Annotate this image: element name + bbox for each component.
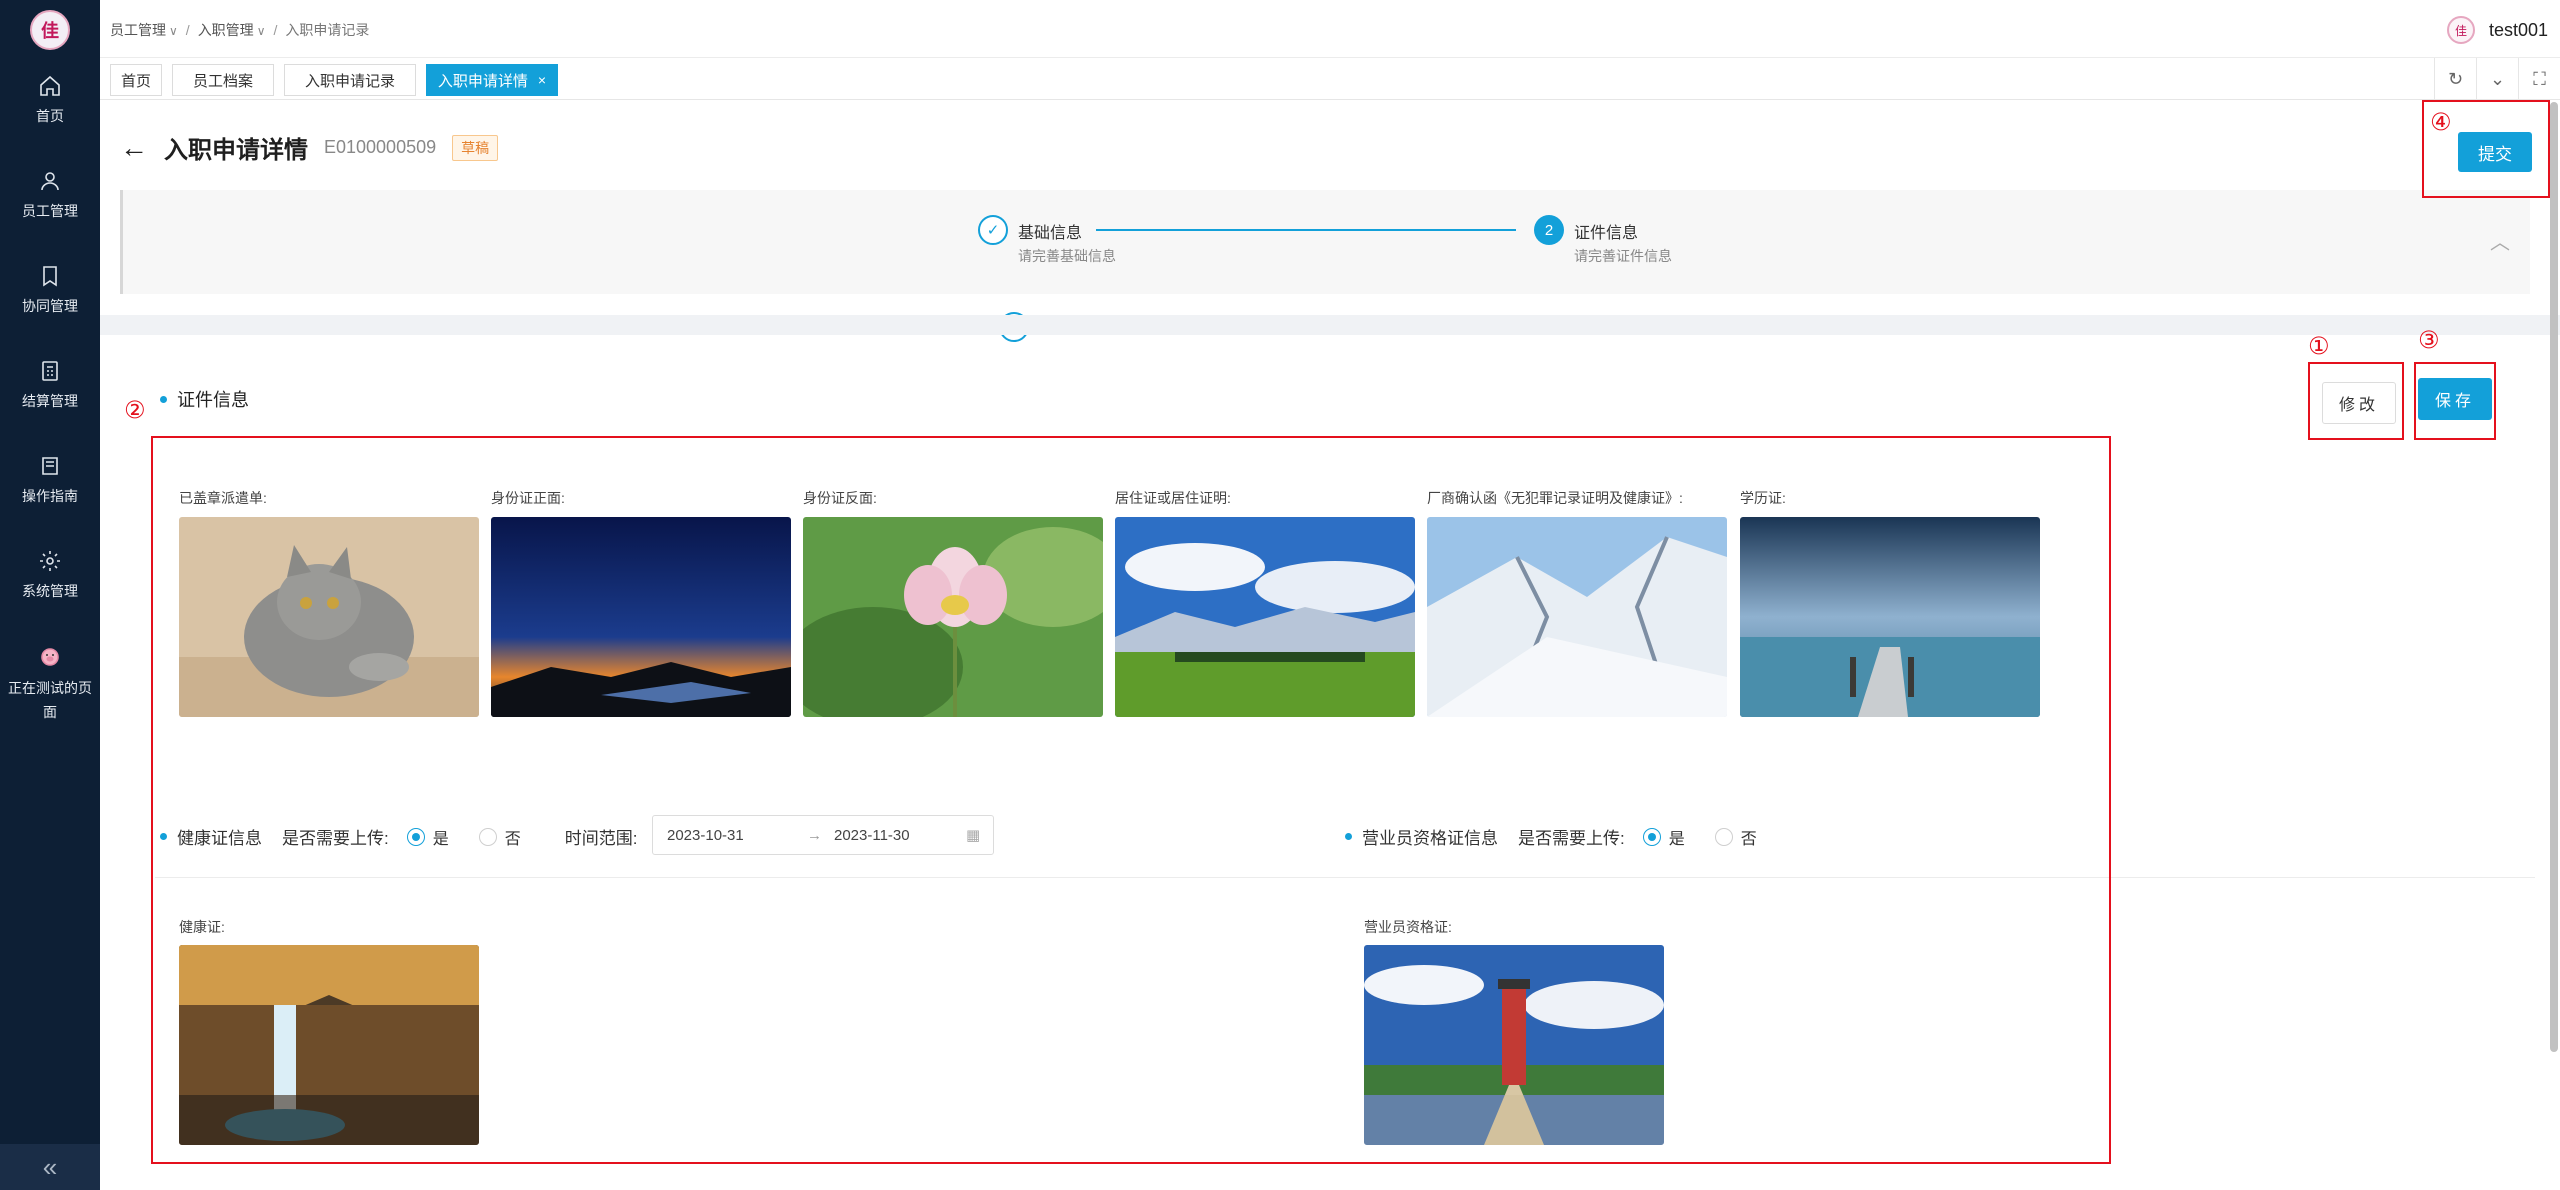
user-menu[interactable]: 佳 test001: [2446, 16, 2548, 44]
annotation-box-1: [2308, 362, 2404, 440]
annotation-marker-4: ④: [2430, 109, 2452, 136]
application-code: E0100000509: [324, 137, 437, 157]
breadcrumb: 员工管理 ∨ / 入职管理 ∨ / 入职申请记录: [110, 20, 369, 40]
annotation-marker-1: ①: [2308, 333, 2330, 360]
breadcrumb-item[interactable]: 入职管理 ∨: [198, 20, 266, 40]
step-2-number: 2: [1534, 215, 1564, 245]
sidebar-item-label: 首页: [36, 108, 64, 124]
annotation-box-2: [151, 436, 2111, 1164]
sidebar: 佳 首页 员工管理 协同管理 结算管理 操作指南 系统管理 正在测试的页面 «: [0, 0, 100, 1190]
bullet-dot: [160, 395, 167, 403]
step-1-desc: 请完善基础信息: [1018, 248, 1116, 264]
page-header: ← 入职申请详情 E0100000509 草稿: [120, 130, 499, 165]
step-connector: [1096, 229, 1516, 231]
breadcrumb-item[interactable]: 入职申请记录: [285, 20, 369, 40]
tab-onboarding-records[interactable]: 入职申请记录: [284, 64, 416, 96]
username: test001: [2488, 19, 2548, 40]
status-badge: 草稿: [452, 134, 499, 161]
sidebar-item-label: 操作指南: [22, 488, 78, 504]
sidebar-item-label: 正在测试的页面: [8, 680, 92, 720]
sidebar-item-testing[interactable]: 正在测试的页面: [0, 644, 100, 724]
refresh-icon[interactable]: ↻: [2434, 58, 2476, 100]
collapse-sidebar-button[interactable]: «: [0, 1144, 100, 1190]
section-title: 证件信息: [160, 386, 249, 412]
home-icon: [38, 74, 62, 98]
sidebar-item-label: 系统管理: [22, 583, 78, 599]
user-icon: [38, 169, 62, 193]
top-header: 员工管理 ∨ / 入职管理 ∨ / 入职申请记录 佳 test001: [100, 0, 2560, 58]
app-logo: 佳: [30, 10, 70, 50]
tab-home[interactable]: 首页: [110, 64, 162, 96]
close-icon[interactable]: ×: [538, 72, 546, 88]
vertical-scrollbar[interactable]: [2550, 102, 2558, 1052]
steps-panel: [120, 190, 2530, 342]
step-2-desc: 请完善证件信息: [1574, 248, 1672, 264]
section-gap: [100, 315, 2560, 335]
back-arrow-icon[interactable]: ←: [120, 132, 148, 164]
page-title: 入职申请详情: [164, 137, 308, 164]
fullscreen-icon[interactable]: ⛶: [2518, 58, 2560, 100]
gear-icon: [38, 549, 62, 573]
chevron-down-icon: ∨: [256, 24, 266, 38]
page-tabs: 首页 员工档案 入职申请记录 入职申请详情 × ↻ ⌄ ⛶: [100, 58, 2560, 100]
bookmark-icon: [38, 264, 62, 288]
sidebar-item-label: 员工管理: [22, 203, 78, 219]
chevron-down-icon[interactable]: ⌄: [2476, 58, 2518, 100]
sidebar-item-settlement[interactable]: 结算管理: [0, 359, 100, 411]
sidebar-item-employees[interactable]: 员工管理: [0, 169, 100, 221]
avatar: 佳: [2446, 16, 2475, 44]
sidebar-item-system[interactable]: 系统管理: [0, 549, 100, 601]
sidebar-item-home[interactable]: 首页: [0, 74, 100, 126]
main-content: ← 入职申请详情 E0100000509 草稿 提交 ✓ 基础信息 请完善基础信…: [100, 100, 2560, 1190]
book-icon: [38, 454, 62, 478]
sidebar-item-label: 结算管理: [22, 393, 78, 409]
tab-employee-files[interactable]: 员工档案: [172, 64, 274, 96]
sidebar-item-collab[interactable]: 协同管理: [0, 264, 100, 316]
pig-icon: [38, 644, 62, 668]
breadcrumb-item[interactable]: 员工管理 ∨: [110, 20, 178, 40]
step-2-title: 证件信息: [1574, 225, 1639, 242]
calculator-icon: [38, 359, 62, 383]
breadcrumb-separator: /: [273, 22, 278, 38]
step-1-title: 基础信息: [1018, 225, 1083, 242]
chevron-down-icon: ∨: [169, 24, 178, 38]
tab-onboarding-detail[interactable]: 入职申请详情 ×: [426, 64, 558, 96]
sidebar-item-guide[interactable]: 操作指南: [0, 454, 100, 506]
annotation-marker-2: ②: [124, 397, 146, 424]
check-icon: ✓: [978, 215, 1008, 245]
breadcrumb-separator: /: [185, 22, 190, 38]
annotation-marker-3: ③: [2418, 327, 2440, 354]
sidebar-item-label: 协同管理: [22, 298, 78, 314]
annotation-box-3: [2414, 362, 2496, 440]
chevron-up-icon[interactable]: ︿: [2490, 226, 2540, 255]
